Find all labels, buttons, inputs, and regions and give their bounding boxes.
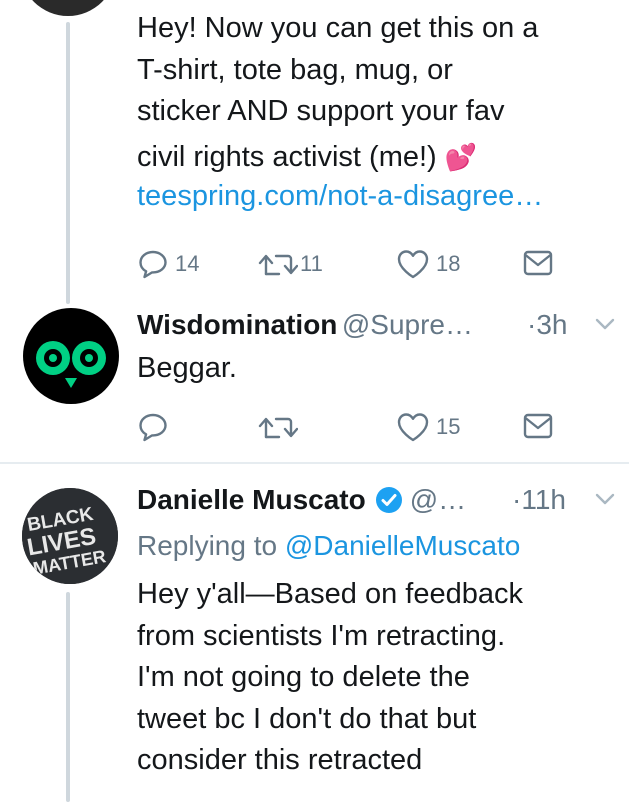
heart-icon <box>397 250 429 279</box>
tweet-1-line: T-shirt, tote bag, mug, or <box>137 53 453 86</box>
reply-icon <box>139 250 167 279</box>
hearts-emoji: 💕 <box>444 141 478 172</box>
heart-icon <box>397 413 429 442</box>
tweet-time: ·3h <box>527 309 568 340</box>
like-button[interactable]: 15 <box>396 411 460 443</box>
avatar-top-partial[interactable] <box>20 0 116 16</box>
author-handle[interactable]: @… <box>410 484 466 516</box>
tweet-1-text: Hey! Now you can get this on a T-shirt, … <box>137 8 617 218</box>
tweet-3-header: Danielle Muscato @… <box>137 484 466 516</box>
dm-button[interactable] <box>523 413 553 439</box>
chevron-down-icon[interactable] <box>594 316 616 332</box>
retweet-button[interactable] <box>258 411 298 443</box>
like-count: 18 <box>436 251 461 276</box>
replying-prefix: Replying to <box>137 530 285 561</box>
retweet-icon <box>258 417 298 439</box>
reply-count: 14 <box>175 251 200 276</box>
tweet-1-link[interactable]: teespring.com/not-a-disagree… <box>137 176 617 218</box>
verified-badge-icon <box>375 487 402 513</box>
tweet-divider <box>0 462 629 464</box>
thread-line-3 <box>66 592 70 802</box>
tweet-time: ·11h <box>512 484 566 515</box>
thread-line-1 <box>66 22 70 304</box>
tweet-2-text: Beggar. <box>137 352 237 384</box>
tweet-3-text: Hey y'all—Based on feedback from scienti… <box>137 574 617 782</box>
tweet-3-line: I'm not going to delete the <box>137 661 470 693</box>
chevron-down-icon[interactable] <box>594 491 616 507</box>
tweet-3-line: tweet bc I don't do that but <box>137 702 477 735</box>
dm-button[interactable] <box>523 250 553 276</box>
reply-button[interactable]: 14 <box>137 248 199 280</box>
envelope-icon <box>523 413 553 439</box>
author-name[interactable]: Wisdomination <box>137 309 337 340</box>
replying-to-link[interactable]: @DanielleMuscato <box>285 530 520 561</box>
author-handle[interactable]: @Supre… <box>342 309 473 340</box>
tweet-3-line: Hey y'all—Based on feedback <box>137 578 523 610</box>
blm-shirt-avatar-icon: BLACK LIVES MATTER <box>22 488 118 584</box>
retweet-count: 11 <box>300 251 323 276</box>
tweet-1-line: civil rights activist (me!) <box>137 140 437 173</box>
avatar-danielle[interactable]: BLACK LIVES MATTER <box>22 488 118 584</box>
tweet-1-line: sticker AND support your fav <box>137 95 505 127</box>
reply-icon <box>139 413 167 442</box>
envelope-icon <box>523 250 553 276</box>
author-name[interactable]: Danielle Muscato <box>137 484 366 516</box>
replying-to: Replying to @DanielleMuscato <box>137 530 520 562</box>
reply-button[interactable] <box>137 411 169 443</box>
tweet-1-line: Hey! Now you can get this on a <box>137 12 539 44</box>
tweet-3-line: from scientists I'm retracting. <box>137 619 506 652</box>
owl-logo-icon <box>36 341 106 388</box>
like-button[interactable]: 18 <box>396 248 460 280</box>
like-count: 15 <box>436 414 461 439</box>
avatar-wisdomination[interactable] <box>23 308 119 404</box>
retweet-button[interactable]: 11 <box>258 248 323 280</box>
retweet-icon <box>258 254 298 276</box>
tweet-3-line: consider this retracted <box>137 744 423 776</box>
